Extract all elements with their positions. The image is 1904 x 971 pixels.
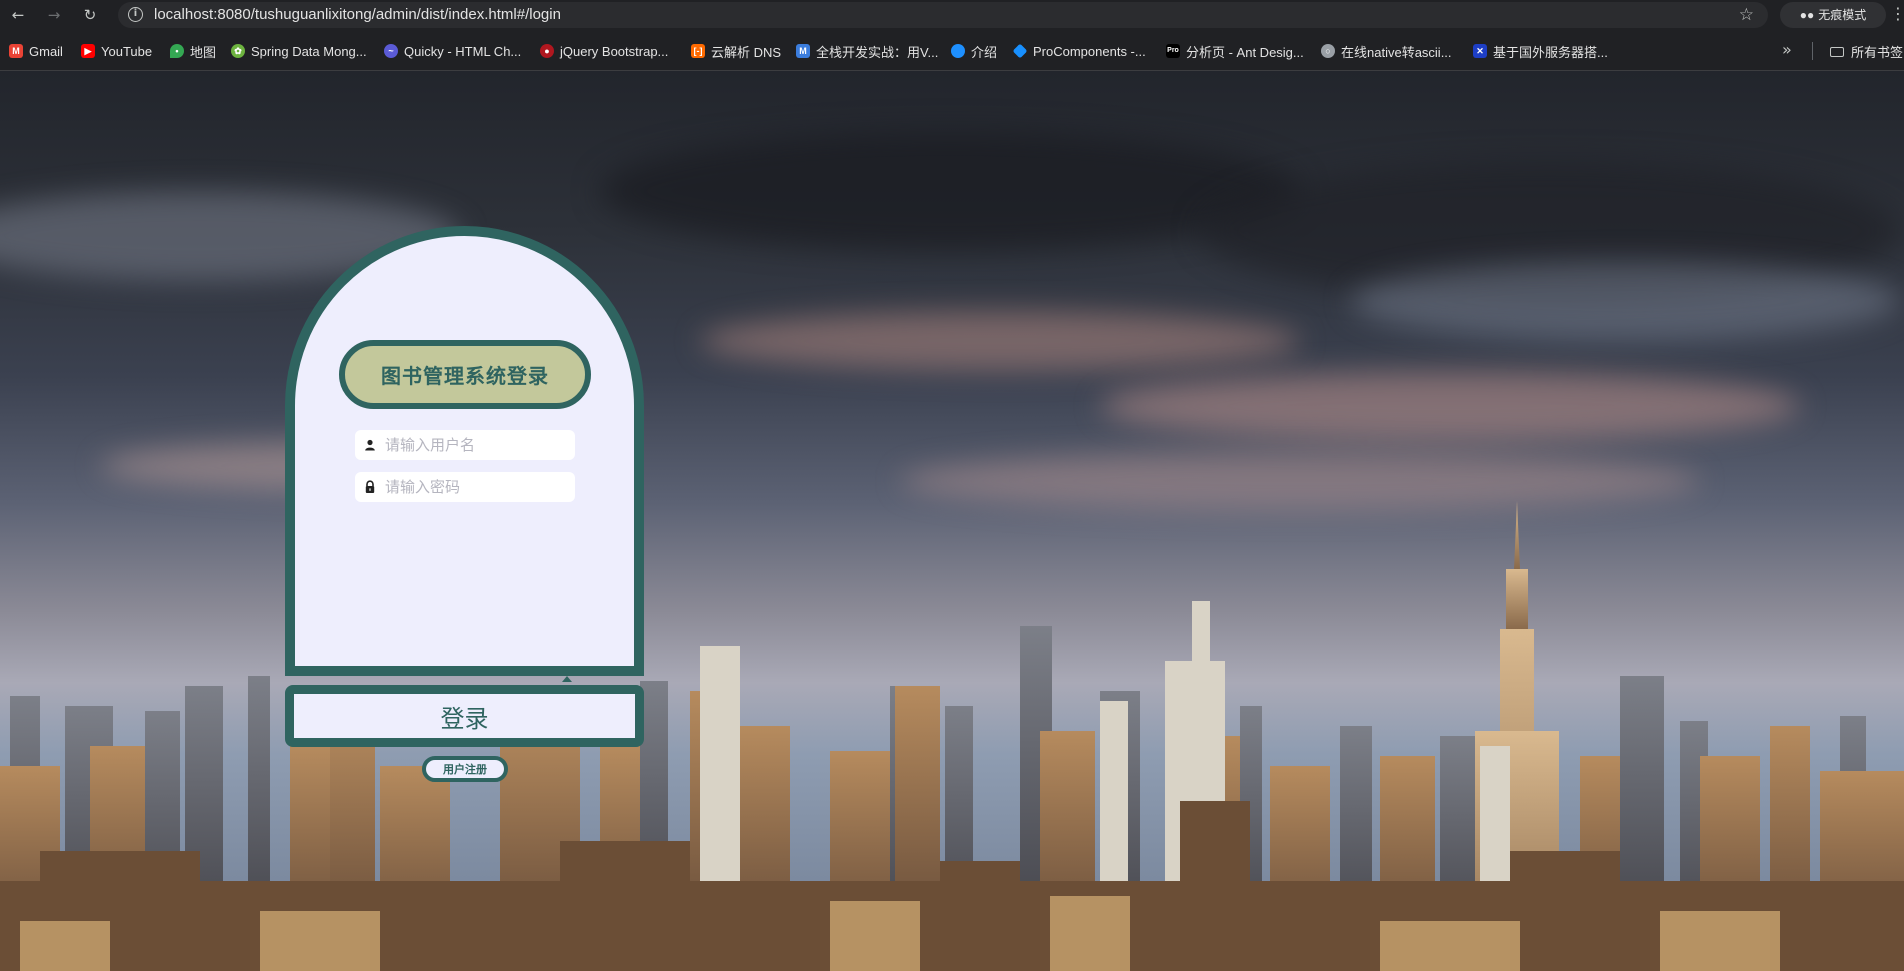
bookmark-intro[interactable]: 介绍 bbox=[951, 42, 997, 60]
all-bookmarks-folder[interactable]: 所有书签 bbox=[1830, 42, 1903, 61]
bookmark-spring[interactable]: ✿ Spring Data Mong... bbox=[231, 42, 367, 60]
maps-icon: • bbox=[170, 44, 184, 58]
folder-icon bbox=[1830, 46, 1844, 57]
login-title: 图书管理系统登录 bbox=[381, 364, 549, 388]
incognito-badge[interactable]: ●● 无痕模式 bbox=[1780, 2, 1886, 28]
cloud bbox=[700, 311, 1300, 371]
bookmark-jquery[interactable]: ● jQuery Bootstrap... bbox=[540, 42, 668, 60]
more-menu-icon[interactable]: ⋮ bbox=[1890, 4, 1904, 23]
bookmarks-bar: M Gmail ▶ YouTube • 地图 ✿ Spring Data Mong...… bbox=[0, 30, 1904, 71]
globe-icon: ○ bbox=[1321, 44, 1335, 58]
reload-icon[interactable]: ↻ bbox=[80, 5, 100, 25]
incognito-icon: ●● bbox=[1799, 8, 1815, 22]
password-field[interactable] bbox=[355, 472, 575, 502]
bookmark-maps[interactable]: • 地图 bbox=[170, 42, 216, 60]
site-info-icon[interactable]: i bbox=[128, 7, 143, 22]
cloud bbox=[600, 131, 1300, 251]
bookmark-ant-design-pro[interactable]: Pro 分析页 - Ant Desig... bbox=[1166, 42, 1304, 60]
card-notch bbox=[562, 676, 572, 682]
address-bar[interactable]: i localhost:8080/tushuguanlixitong/admin… bbox=[118, 2, 1768, 28]
gmail-icon: M bbox=[9, 44, 23, 58]
youtube-icon: ▶ bbox=[81, 44, 95, 58]
login-button[interactable]: 登录 bbox=[285, 685, 644, 747]
register-button[interactable]: 用户注册 bbox=[422, 756, 508, 782]
bookmark-server[interactable]: ✕ 基于国外服务器搭... bbox=[1473, 42, 1608, 60]
bookmark-procomponents[interactable]: ProComponents -... bbox=[1012, 42, 1146, 60]
forward-arrow-icon[interactable]: → bbox=[44, 5, 64, 25]
back-arrow-icon[interactable]: ← bbox=[8, 5, 28, 25]
browser-toolbar: ← → ↻ i localhost:8080/tushuguanlixitong… bbox=[0, 0, 1904, 30]
lock-icon bbox=[365, 480, 375, 493]
login-title-banner: 图书管理系统登录 bbox=[339, 340, 591, 409]
antd-icon bbox=[1012, 43, 1028, 59]
incognito-label: 无痕模式 bbox=[1818, 8, 1867, 22]
spring-icon: ✿ bbox=[231, 44, 245, 58]
bookmark-native-ascii[interactable]: ○ 在线native转ascii... bbox=[1321, 42, 1452, 60]
bookmark-fullstack[interactable]: M 全栈开发实战：用V... bbox=[796, 42, 938, 60]
bookmark-gmail[interactable]: M Gmail bbox=[9, 42, 63, 60]
password-input[interactable] bbox=[385, 472, 569, 502]
aliyun-icon: [-] bbox=[691, 44, 705, 58]
bookmarks-divider bbox=[1812, 42, 1813, 60]
pro-icon: Pro bbox=[1166, 44, 1180, 58]
username-input[interactable] bbox=[385, 430, 569, 460]
username-field[interactable] bbox=[355, 430, 575, 460]
cloud bbox=[1100, 371, 1800, 441]
intro-icon bbox=[951, 44, 965, 58]
m-icon: M bbox=[796, 44, 810, 58]
jquery-icon: ● bbox=[540, 44, 554, 58]
url-text[interactable]: localhost:8080/tushuguanlixitong/admin/d… bbox=[154, 6, 561, 23]
bookmark-quicky[interactable]: ~ Quicky - HTML Ch... bbox=[384, 42, 521, 60]
bookmark-aliyun-dns[interactable]: [-] 云解析 DNS bbox=[691, 42, 781, 60]
cloud bbox=[1350, 261, 1900, 341]
user-icon bbox=[365, 439, 375, 451]
quicky-icon: ~ bbox=[384, 44, 398, 58]
chevron-double-right-icon[interactable]: » bbox=[1782, 40, 1792, 59]
bookmark-star-icon[interactable]: ☆ bbox=[1739, 5, 1754, 25]
flag-icon: ✕ bbox=[1473, 44, 1487, 58]
bookmark-youtube[interactable]: ▶ YouTube bbox=[81, 42, 152, 60]
